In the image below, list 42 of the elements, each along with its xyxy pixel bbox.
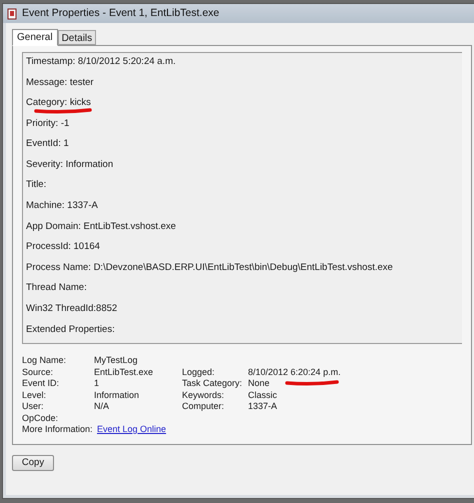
message-line: Process Name: D:\Devzone\BASD.ERP.UI\EntLibTest\bin\Debug\EntLibTest.vshost.exe bbox=[26, 262, 393, 273]
message-line: Title: bbox=[26, 179, 46, 190]
field-label: OpCode: bbox=[22, 412, 58, 425]
tab[interactable]: Details bbox=[58, 30, 96, 45]
message-line: Machine: 1337-A bbox=[26, 200, 98, 212]
field-label: Logged: bbox=[182, 366, 215, 379]
tab[interactable]: General bbox=[12, 29, 58, 46]
message-line: ProcessId: 10164 bbox=[26, 241, 100, 252]
field-value: 8/10/2012 6:20:24 p.m. bbox=[248, 366, 341, 379]
field-value: MyTestLog bbox=[94, 354, 138, 367]
field-value: 1337-A bbox=[248, 400, 278, 414]
field-value: N/A bbox=[94, 400, 110, 414]
field-label: Source: bbox=[22, 366, 54, 379]
field-label: Keywords: bbox=[182, 388, 224, 402]
message-line: EventId: 1 bbox=[26, 138, 69, 150]
message-line: Priority: -1 bbox=[26, 118, 70, 129]
message-line: Timestamp: 8/10/2012 5:20:24 a.m. bbox=[26, 56, 176, 67]
field-label: Task Category: bbox=[182, 377, 242, 390]
field-label: Log Name: bbox=[22, 354, 66, 367]
message-line: Severity: Information bbox=[26, 158, 114, 170]
message-line: Win32 ThreadId:8852 bbox=[26, 302, 118, 314]
marker-underline bbox=[33, 108, 93, 114]
field-label: Level: bbox=[22, 388, 46, 402]
field-label: Computer: bbox=[182, 400, 224, 414]
field-value: Information bbox=[94, 388, 140, 402]
field-value: None bbox=[248, 377, 270, 390]
event-log-icon bbox=[7, 8, 17, 20]
window-title: Event Properties - Event 1, EntLibTest.exe bbox=[22, 6, 220, 21]
field-value: EntLibTest.exe bbox=[94, 366, 154, 379]
marker-underline bbox=[284, 380, 340, 386]
message-line: App Domain: EntLibTest.vshost.exe bbox=[26, 220, 176, 232]
event-log-online-link[interactable]: Event Log Online bbox=[97, 422, 166, 436]
field-label: User: bbox=[22, 400, 44, 414]
field-value: Classic bbox=[248, 388, 278, 402]
message-line: Message: tester bbox=[26, 76, 94, 88]
field-label: More Information: bbox=[22, 423, 94, 436]
message-line: Thread Name: bbox=[26, 282, 87, 294]
field-label: Event ID: bbox=[22, 377, 60, 390]
message-line: Category: kicks bbox=[26, 97, 91, 108]
field-value: 1 bbox=[94, 377, 100, 390]
message-line: Extended Properties: bbox=[26, 324, 115, 335]
copy-button[interactable]: Copy bbox=[12, 454, 54, 471]
